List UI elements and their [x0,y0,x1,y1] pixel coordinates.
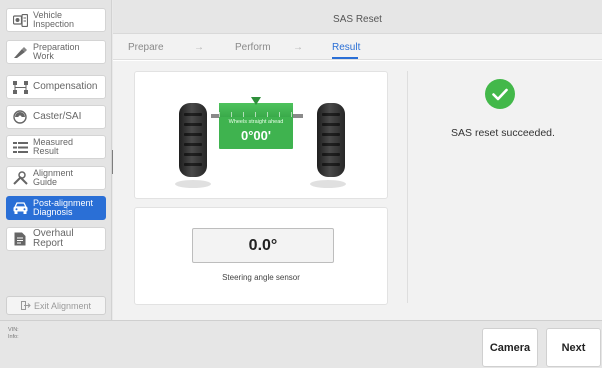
exit-alignment-label: Exit Alignment [33,300,92,311]
wheel-angle-panel: Wheels straight ahead 0°00' [219,103,293,149]
app-window: Vehicle Inspection Preparation Work Compen… [0,0,602,368]
content-area: Wheels straight ahead 0°00' 0.0° Steerin… [113,61,602,320]
next-button[interactable]: Next [546,328,601,367]
alignment-guide-icon [12,170,28,186]
info-label: Info: [8,334,19,340]
footer-bar: VIN: Info: Camera Next [0,320,602,368]
sidebar-item-label: Post-alignment Diagnosis [33,198,94,217]
sidebar-item-label: Caster/SAI [33,111,82,122]
sidebar-item-caster-sai[interactable]: Caster/SAI [6,105,106,129]
sidebar-item-preparation-work[interactable]: Preparation Work [6,40,106,64]
sidebar: Vehicle Inspection Preparation Work Compen… [0,0,112,320]
sidebar-item-post-alignment-diagnosis[interactable]: Post-alignment Diagnosis [6,196,106,220]
measured-result-icon [12,139,28,155]
exit-icon [20,301,31,310]
sidebar-item-label: Vehicle Inspection [33,10,75,29]
sensor-label: Steering angle sensor [222,273,300,282]
main-panel: SAS Reset Prepare → Perform → Result Whe… [113,0,602,320]
sidebar-item-label: Alignment Guide [33,168,74,187]
sidebar-item-label: Overhaul Report [33,228,74,249]
left-tire [179,103,207,177]
wheel-angle-value: 0°00' [241,128,271,143]
success-check-icon [485,79,515,109]
camera-button[interactable]: Camera [482,328,538,367]
step-arrow-icon: → [293,42,303,53]
step-bar: Prepare → Perform → Result [113,34,602,60]
vehicle-info: VIN: Info: [8,327,19,341]
sidebar-item-vehicle-inspection[interactable]: Vehicle Inspection [6,8,106,32]
divider [407,71,408,303]
sidebar-item-label: Preparation Work [33,42,80,61]
active-step-indicator [332,57,358,59]
compensation-icon [12,79,28,95]
preparation-icon [12,44,28,60]
step-perform[interactable]: Perform [235,42,271,53]
exit-alignment-button[interactable]: Exit Alignment [6,296,106,315]
caster-icon [12,109,28,125]
result-message: SAS reset succeeded. [451,127,555,139]
sidebar-item-alignment-guide[interactable]: Alignment Guide [6,166,106,190]
step-prepare[interactable]: Prepare [128,42,164,53]
center-pointer-icon [251,97,261,105]
wheel-status-caption: Wheels straight ahead [228,119,284,125]
sidebar-item-label: Compensation [33,81,98,92]
sidebar-item-label: Measured Result [33,137,74,156]
vin-label: VIN: [8,327,19,333]
sensor-card: 0.0° Steering angle sensor [134,207,388,305]
page-title: SAS Reset [333,14,382,25]
step-arrow-icon: → [194,42,204,53]
car-icon [12,200,28,216]
sidebar-item-compensation[interactable]: Compensation [6,75,106,99]
sidebar-item-overhaul-report[interactable]: Overhaul Report [6,227,106,251]
sidebar-item-measured-result[interactable]: Measured Result [6,135,106,159]
step-result[interactable]: Result [332,42,360,53]
wheel-display-card: Wheels straight ahead 0°00' [134,71,388,199]
sensor-value: 0.0° [192,228,334,263]
vehicle-inspection-icon [12,12,28,28]
report-icon [12,231,28,247]
title-bar: SAS Reset [113,0,602,34]
right-tire [317,103,345,177]
